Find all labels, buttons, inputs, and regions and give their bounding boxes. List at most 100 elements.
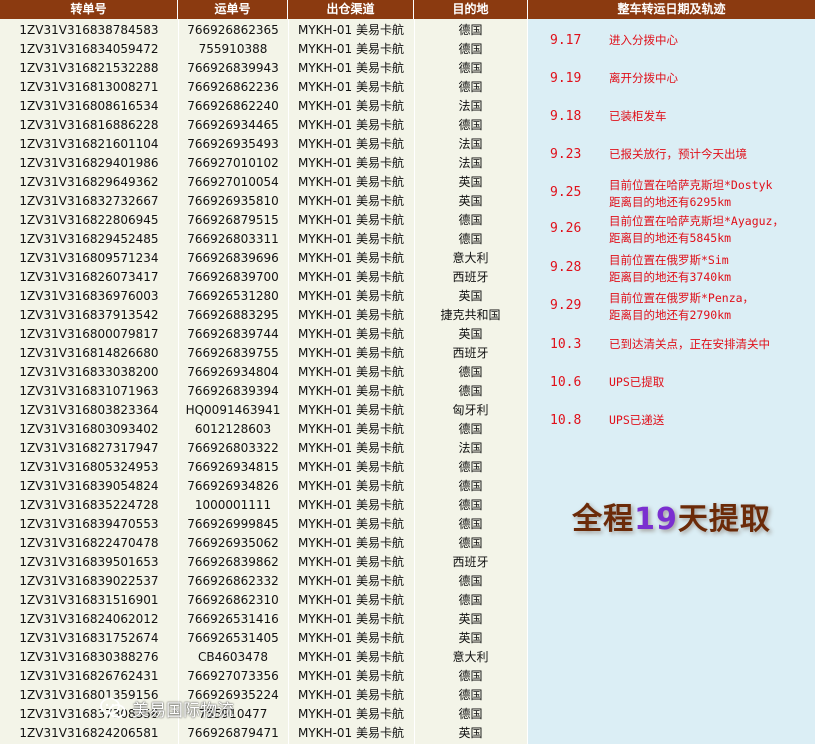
event-date: 9.29 xyxy=(550,298,582,313)
channel-cell: MYKH-01 美易卡航 xyxy=(298,403,404,417)
event-text-line2: 距离目的地还有2790km xyxy=(609,308,732,322)
transfer-no-cell: 1ZV31V316836976003 xyxy=(19,289,159,303)
channel-cell: MYKH-01 美易卡航 xyxy=(298,61,404,75)
destination-cell: 法国 xyxy=(458,99,483,113)
waybill-no-cell: 766926934815 xyxy=(187,460,279,474)
transfer-no-cell: 1ZV31V316829401986 xyxy=(19,156,159,170)
channel-cell: MYKH-01 美易卡航 xyxy=(298,308,404,322)
table-row: 1ZV31V316829401986 766927010102 MYKH-01 美易… xyxy=(0,154,527,173)
destination-cell: 匈牙利 xyxy=(452,403,489,417)
table-row: 1ZV31V316822470478 766926935062 MYKH-01 美易… xyxy=(0,534,527,553)
header-destination: 目的地 xyxy=(414,0,527,19)
channel-cell: MYKH-01 美易卡航 xyxy=(298,327,404,341)
table-row: 1ZV31V316829452485 766926803311 MYKH-01 美易… xyxy=(0,230,527,249)
transfer-no-cell: 1ZV31V316800079817 xyxy=(19,327,159,341)
destination-cell: 西班牙 xyxy=(452,270,489,284)
tracking-panel: 整车转运日期及轨迹 9.17 进入分拨中心 9.19 离开分拨中心 9.18 已装柜发车 9… xyxy=(528,0,815,744)
destination-cell: 德国 xyxy=(458,80,483,94)
destination-cell: 捷克共和国 xyxy=(440,308,501,322)
waybill-no-cell: 766927010102 xyxy=(187,156,279,170)
transfer-no-cell: 1ZV31V316838784583 xyxy=(19,23,159,37)
summary-banner: 全程19天提取 xyxy=(528,494,815,538)
table-row: 1ZV31V316831752674 766926531405 MYKH-01 美易… xyxy=(0,629,527,648)
channel-cell: MYKH-01 美易卡航 xyxy=(298,99,404,113)
waybill-no-cell: 755910388 xyxy=(198,42,268,56)
destination-cell: 英国 xyxy=(458,631,483,645)
destination-cell: 德国 xyxy=(458,42,483,56)
waybill-no-cell: 766926839862 xyxy=(187,555,279,569)
event-date: 9.19 xyxy=(550,71,582,86)
table-row: 1ZV31V316838784583 766926862365 MYKH-01 美易… xyxy=(0,21,527,40)
waybill-no-cell: CB4603478 xyxy=(197,650,269,664)
channel-cell: MYKH-01 美易卡航 xyxy=(298,517,404,531)
event-date: 10.3 xyxy=(550,337,582,352)
transfer-no-cell: 1ZV31V316821532288 xyxy=(19,61,159,75)
header-waybill-no-label: 运单号 xyxy=(214,2,251,16)
table-row: 1ZV31V316816886228 766926934465 MYKH-01 美易… xyxy=(0,116,527,135)
event-text: UPS已提取 xyxy=(609,375,665,389)
destination-cell: 英国 xyxy=(458,194,483,208)
event-date: 9.26 xyxy=(550,221,582,236)
transfer-no-cell: 1ZV31V316834059472 xyxy=(19,42,159,56)
destination-cell: 英国 xyxy=(458,289,483,303)
event-text-line2: 距离目的地还有5845km xyxy=(609,231,732,245)
waybill-no-cell: 766926883295 xyxy=(187,308,279,322)
waybill-no-cell: 766927073356 xyxy=(187,669,279,683)
event-date: 9.18 xyxy=(550,109,582,124)
event-text: 目前位置在哈萨克斯坦*Ayaguz， xyxy=(609,214,784,228)
transfer-no-cell: 1ZV31V316808616534 xyxy=(19,99,159,113)
table-row: 1ZV31V316827317947 766926803322 MYKH-01 美易… xyxy=(0,439,527,458)
waybill-no-cell: 766926935493 xyxy=(187,137,279,151)
table-row: 1ZV31V316813008271 766926862236 MYKH-01 美易… xyxy=(0,78,527,97)
channel-cell: MYKH-01 美易卡航 xyxy=(298,688,404,702)
channel-cell: MYKH-01 美易卡航 xyxy=(298,441,404,455)
channel-cell: MYKH-01 美易卡航 xyxy=(298,460,404,474)
destination-cell: 德国 xyxy=(458,536,483,550)
transfer-no-cell: 1ZV31V316831752674 xyxy=(19,631,159,645)
table-row: 1ZV31V316837308358 755910477 MYKH-01 美易卡航德… xyxy=(0,705,527,724)
channel-cell: MYKH-01 美易卡航 xyxy=(298,650,404,664)
waybill-no-cell: 766926839755 xyxy=(187,346,279,360)
destination-cell: 德国 xyxy=(458,61,483,75)
channel-cell: MYKH-01 美易卡航 xyxy=(298,536,404,550)
waybill-no-cell: 766926879515 xyxy=(187,213,279,227)
transfer-no-cell: 1ZV31V316832732667 xyxy=(19,194,159,208)
destination-cell: 法国 xyxy=(458,156,483,170)
channel-cell: MYKH-01 美易卡航 xyxy=(298,384,404,398)
transfer-no-cell: 1ZV31V316829649362 xyxy=(19,175,159,189)
transfer-no-cell: 1ZV31V316814826680 xyxy=(19,346,159,360)
channel-cell: MYKH-01 美易卡航 xyxy=(298,422,404,436)
header-waybill-no: 运单号 xyxy=(178,0,288,19)
destination-cell: 德国 xyxy=(458,118,483,132)
event-text: UPS已递送 xyxy=(609,413,665,427)
tracking-title: 整车转运日期及轨迹 xyxy=(617,2,726,16)
waybill-no-cell: 766926862240 xyxy=(187,99,279,113)
table-row: 1ZV31V316839054824 766926934826 MYKH-01 美易… xyxy=(0,477,527,496)
header-transfer-no-label: 转单号 xyxy=(70,2,107,16)
shipment-table: 转单号 运单号 出仓渠道 目的地 1ZV31V316838784583 76692… xyxy=(0,0,527,744)
waybill-no-cell: 766926862310 xyxy=(187,593,279,607)
event-text: 已报关放行，预计今天出境 xyxy=(609,147,747,161)
event-text-line2: 距离目的地还有6295km xyxy=(609,195,732,209)
waybill-no-cell: 766926531280 xyxy=(187,289,279,303)
table-row: 1ZV31V316826073417 766926839700 MYKH-01 美易… xyxy=(0,268,527,287)
destination-cell: 德国 xyxy=(458,593,483,607)
event-text: 已装柜发车 xyxy=(609,109,667,123)
waybill-no-cell: 766926839700 xyxy=(187,270,279,284)
channel-cell: MYKH-01 美易卡航 xyxy=(298,479,404,493)
channel-cell: MYKH-01 美易卡航 xyxy=(298,289,404,303)
tracking-header: 整车转运日期及轨迹 xyxy=(528,0,815,19)
channel-cell: MYKH-01 美易卡航 xyxy=(298,707,404,721)
waybill-no-cell: 766926839696 xyxy=(187,251,279,265)
destination-cell: 德国 xyxy=(458,707,483,721)
channel-cell: MYKH-01 美易卡航 xyxy=(298,612,404,626)
destination-cell: 德国 xyxy=(458,688,483,702)
transfer-no-cell: 1ZV31V316816886228 xyxy=(19,118,159,132)
transfer-no-cell: 1ZV31V316831071963 xyxy=(19,384,159,398)
channel-cell: MYKH-01 美易卡航 xyxy=(298,232,404,246)
table-row: 1ZV31V316839022537 766926862332 MYKH-01 美易… xyxy=(0,572,527,591)
transfer-no-cell: 1ZV31V316803093402 xyxy=(19,422,159,436)
table-row: 1ZV31V316822806945 766926879515 MYKH-01 美易… xyxy=(0,211,527,230)
table-row: 1ZV31V316834059472 755910388 MYKH-01 美易卡航 德… xyxy=(0,40,527,59)
table-row: 1ZV31V316835224728 1000001111 MYKH-01 美易卡航… xyxy=(0,496,527,515)
